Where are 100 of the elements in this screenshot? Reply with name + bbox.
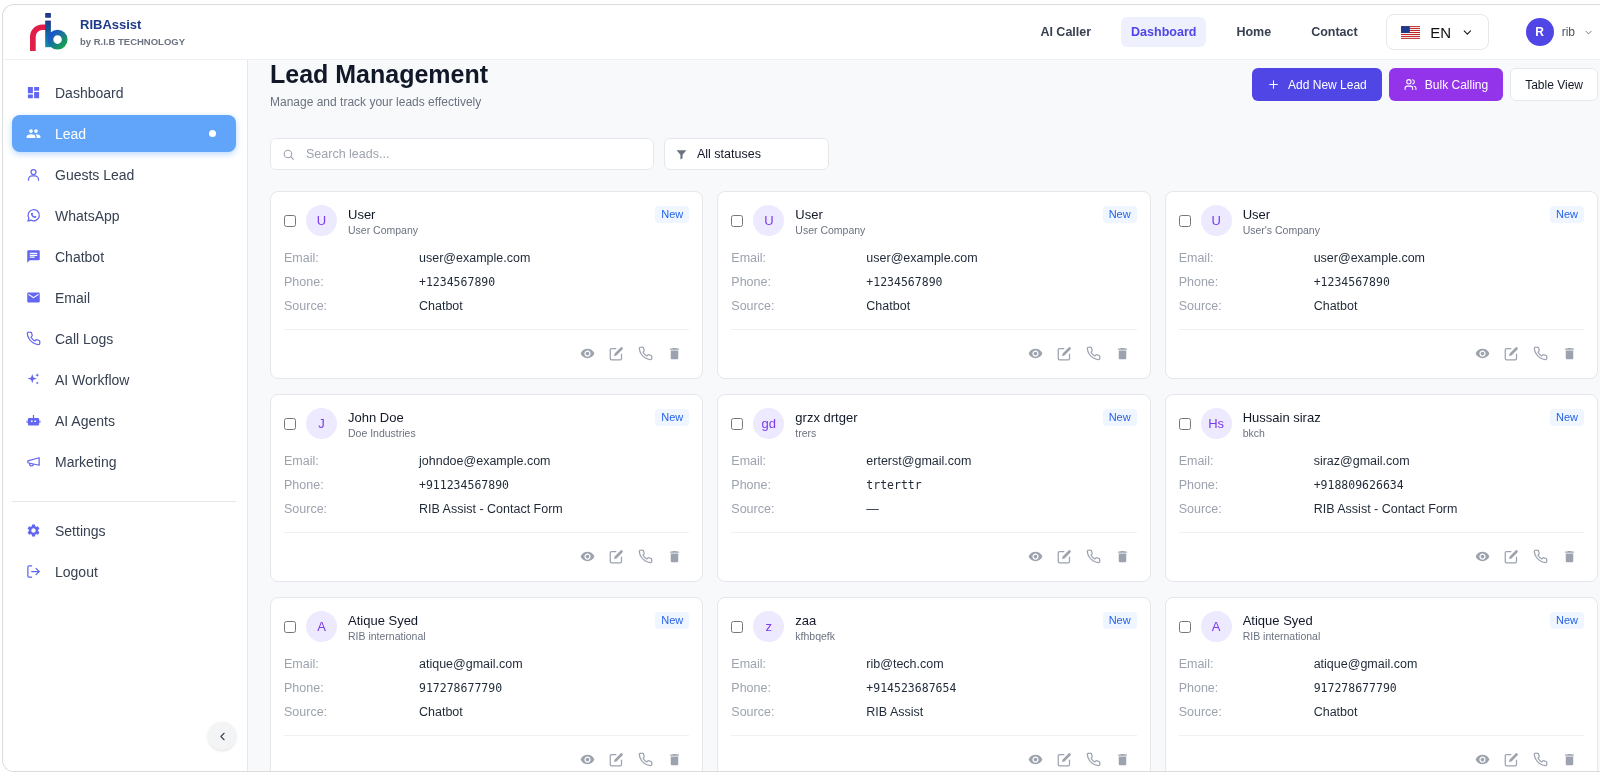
phone-icon	[26, 331, 41, 346]
status-badge: New	[1102, 409, 1137, 426]
field-value: user@example.com	[866, 250, 979, 267]
status-badge: New	[1550, 409, 1584, 426]
status-badge: New	[1102, 612, 1137, 629]
eye-icon[interactable]	[1027, 346, 1043, 361]
field-value: 917278677790	[1313, 680, 1398, 697]
user-name[interactable]: rib	[1561, 25, 1575, 39]
field-value: RIB Assist - Contact Form	[419, 501, 564, 518]
edit-icon[interactable]	[1504, 346, 1519, 361]
sidebar-item[interactable]: Logout	[12, 553, 236, 590]
phone-icon[interactable]	[1085, 752, 1101, 767]
chat-icon	[26, 249, 41, 264]
sidebar-item[interactable]: Guests Lead	[12, 156, 236, 193]
select-checkbox[interactable]	[1178, 418, 1191, 430]
phone-icon[interactable]	[1085, 346, 1101, 361]
avatar: A	[1200, 611, 1232, 642]
page-title: Lead Management	[270, 60, 489, 88]
add-lead-button[interactable]: Add New Lead	[1252, 68, 1382, 101]
sidebar-item[interactable]: Marketing	[12, 443, 236, 480]
select-checkbox[interactable]	[1178, 215, 1191, 227]
lead-name: Atique Syed	[1242, 613, 1314, 629]
select-checkbox[interactable]	[1178, 621, 1191, 633]
status-badge: New	[1102, 206, 1137, 223]
field-label: Source:	[1178, 501, 1223, 518]
select-checkbox[interactable]	[731, 418, 744, 430]
eye-icon[interactable]	[1475, 549, 1490, 564]
field-value: user@example.com	[419, 250, 532, 267]
phone-icon[interactable]	[1533, 549, 1548, 564]
field-label: Email:	[1178, 656, 1215, 673]
status-badge: New	[655, 206, 690, 223]
field-label: Email:	[284, 250, 320, 267]
edit-icon[interactable]	[1056, 549, 1072, 564]
lead-name: grzx drtger	[795, 410, 858, 426]
trash-icon[interactable]	[1562, 346, 1577, 361]
eye-icon[interactable]	[580, 752, 596, 767]
phone-icon[interactable]	[1533, 346, 1548, 361]
phone-icon[interactable]	[638, 549, 654, 564]
nav-link[interactable]: Contact	[1301, 17, 1368, 47]
user-avatar[interactable]: R	[1525, 18, 1554, 46]
eye-icon[interactable]	[580, 346, 596, 361]
collapse-button[interactable]	[208, 722, 236, 750]
phone-icon[interactable]	[638, 752, 654, 767]
nav-link[interactable]: Home	[1226, 17, 1282, 47]
nav-link[interactable]: Dashboard	[1121, 17, 1207, 47]
language-select[interactable]: EN	[1385, 14, 1489, 50]
trash-icon[interactable]	[1562, 549, 1577, 564]
sidebar-item[interactable]: AI Agents	[12, 402, 236, 439]
select-checkbox[interactable]	[284, 215, 296, 227]
field-value: Chatbot	[1313, 298, 1359, 315]
sparkles-icon	[26, 372, 41, 387]
company-name: User Company	[795, 223, 866, 237]
status-badge: New	[1550, 206, 1584, 223]
field-value: +911234567890	[419, 477, 510, 494]
user-icon	[26, 167, 41, 182]
nav-link[interactable]: AI Caller	[1030, 17, 1102, 47]
eye-icon[interactable]	[580, 549, 596, 564]
edit-icon[interactable]	[609, 346, 625, 361]
sidebar-item[interactable]: WhatsApp	[12, 197, 236, 234]
eye-icon[interactable]	[1475, 752, 1490, 767]
eye-icon[interactable]	[1475, 346, 1490, 361]
select-checkbox[interactable]	[284, 621, 296, 633]
phone-icon[interactable]	[638, 346, 654, 361]
sidebar-item[interactable]: Dashboard	[12, 74, 236, 111]
field-label: Source:	[1178, 298, 1223, 315]
field-value: trterttr	[866, 477, 923, 494]
sidebar-item[interactable]: Settings	[12, 512, 236, 549]
status-filter[interactable]: All statuses	[664, 138, 829, 170]
edit-icon[interactable]	[1056, 752, 1072, 767]
edit-icon[interactable]	[609, 549, 625, 564]
phone-icon[interactable]	[1533, 752, 1548, 767]
select-checkbox[interactable]	[284, 418, 296, 430]
status-badge: New	[1550, 612, 1584, 629]
sidebar-item[interactable]: Chatbot	[12, 238, 236, 275]
company-name: trers	[795, 426, 818, 440]
phone-icon[interactable]	[1085, 549, 1101, 564]
brand-name: RIBAssist	[80, 16, 143, 32]
field-value: johndoe@example.com	[419, 453, 552, 470]
field-label: Phone:	[1178, 477, 1220, 494]
envelope-icon	[26, 290, 41, 305]
bulk-calling-button[interactable]: Bulk Calling	[1388, 68, 1504, 101]
search-field[interactable]: Search leads...	[270, 138, 654, 170]
field-label: Email:	[731, 656, 768, 673]
edit-icon[interactable]	[1504, 752, 1519, 767]
field-value: +914523687654	[866, 680, 958, 697]
sidebar-item[interactable]: AI Workflow	[12, 361, 236, 398]
eye-icon[interactable]	[1027, 549, 1043, 564]
edit-icon[interactable]	[1504, 549, 1519, 564]
table-view-button[interactable]: Table View	[1510, 68, 1598, 101]
edit-icon[interactable]	[609, 752, 625, 767]
company-name: RIB international	[348, 629, 426, 643]
eye-icon[interactable]	[1027, 752, 1043, 767]
sidebar-item[interactable]: Email	[12, 279, 236, 316]
field-label: Source:	[731, 704, 776, 721]
sidebar-item[interactable]: Call Logs	[12, 320, 236, 357]
edit-icon[interactable]	[1056, 346, 1072, 361]
select-checkbox[interactable]	[731, 215, 744, 227]
lead-name: Hussain siraz	[1242, 410, 1321, 426]
trash-icon[interactable]	[1562, 752, 1577, 767]
select-checkbox[interactable]	[731, 621, 744, 633]
